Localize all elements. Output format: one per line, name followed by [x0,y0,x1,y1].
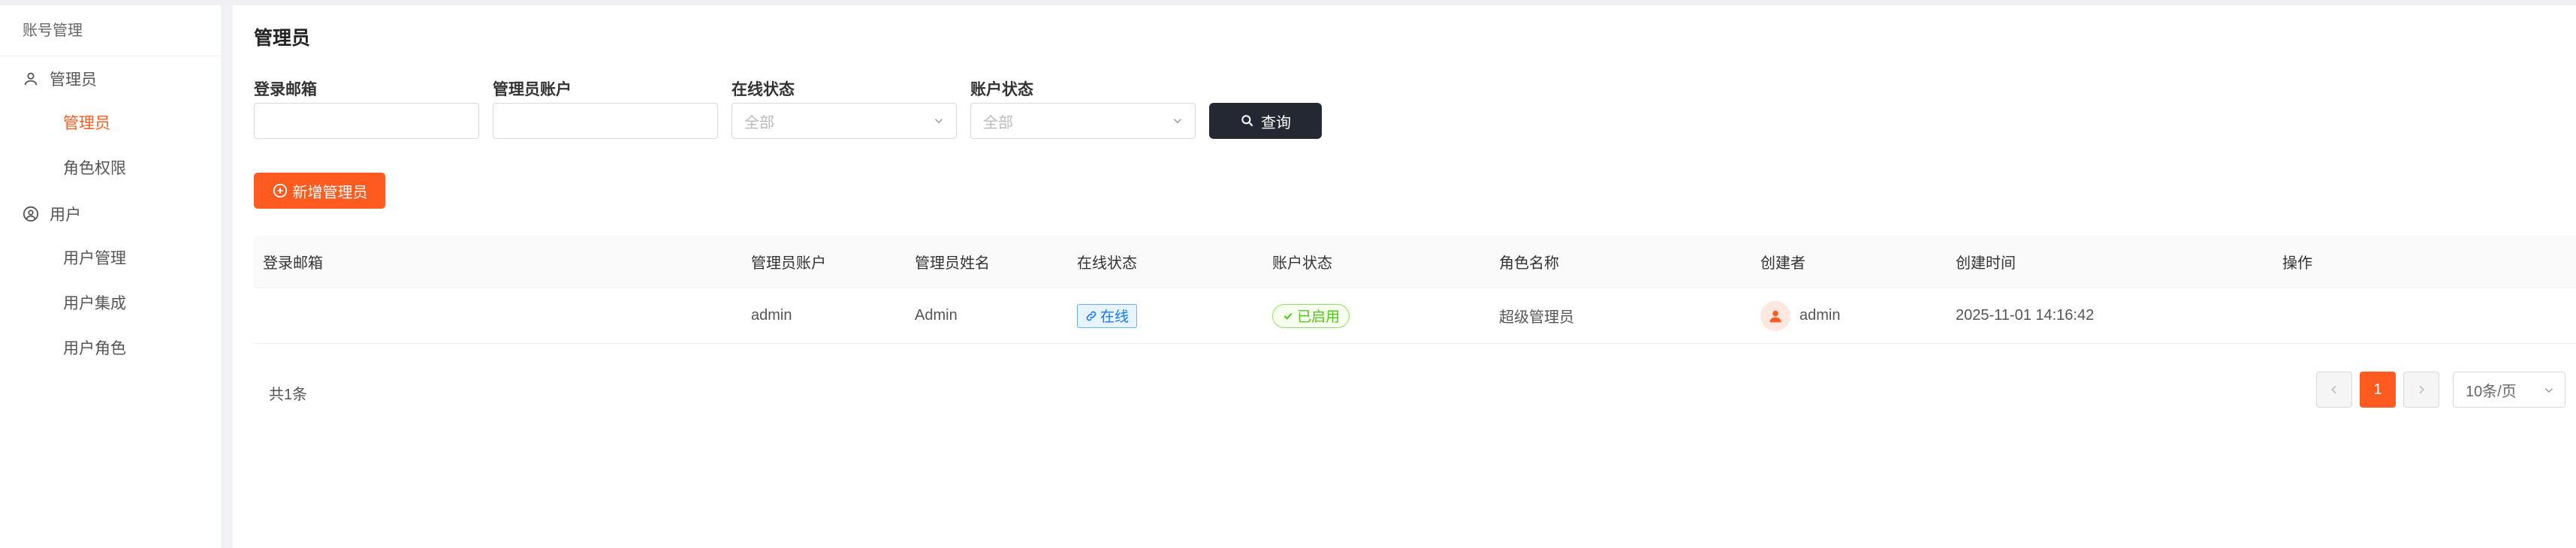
online-status-select[interactable]: 全部 [731,103,957,139]
chevron-down-icon [1173,119,1182,124]
menu-group-admin[interactable]: 管理员 [0,56,221,101]
cell-account: admin [751,307,792,324]
online-status-placeholder: 全部 [744,114,774,131]
plus-circle-icon [273,183,287,198]
online-status-text: 在线 [1100,309,1130,325]
add-admin-button[interactable]: 新增管理员 [254,173,385,209]
search-button[interactable]: 查询 [1209,103,1322,139]
add-admin-label: 新增管理员 [292,184,368,201]
menu-group-users[interactable]: 用户 [0,191,221,236]
account-filter-label: 管理员账户 [493,81,572,98]
cell-online: 在线 [1068,303,1263,328]
avatar [1760,300,1790,331]
cell-creator: admin [1751,300,1947,331]
online-filter-label: 在线状态 [731,81,795,98]
cell-status: 已启用 [1263,303,1490,328]
total-count: 共1条 [269,387,308,403]
email-filter-label: 登录邮箱 [254,81,317,98]
chevron-down-icon [934,119,943,124]
chevron-left-icon [2331,385,2336,394]
admin-table: 登录邮箱 管理员账户 管理员姓名 在线状态 账户状态 角色名称 创建者 创建时间… [254,236,2576,344]
account-status-placeholder: 全部 [983,114,1013,131]
cell-created: 2025-11-01 14:16:42 [1956,307,2095,324]
column-header: 角色名称 [1499,255,1559,272]
chevron-down-icon [2544,388,2553,393]
status-filter-label: 账户状态 [970,81,1033,98]
column-header: 账户状态 [1272,255,1332,272]
column-header: 管理员账户 [751,255,826,272]
cell-role: 超级管理员 [1499,309,1574,326]
top-strip [0,0,2576,5]
account-status-select[interactable]: 全部 [970,103,1196,139]
sidebar-title: 账号管理 [0,5,221,56]
user-circle-icon [23,206,39,222]
account-field[interactable] [493,103,718,139]
menu-group-label: 管理员 [50,71,97,89]
account-status-badge: 已启用 [1272,303,1350,328]
pagination: 1 10条/页 [2309,372,2565,408]
online-status-badge: 在线 [1077,303,1138,328]
page-size-select[interactable]: 10条/页 [2453,372,2565,408]
sidebar: 账号管理 管理员 管理员 角色权限 用户 用户管理 用户集成 用户角色 [0,5,221,548]
prev-page-button[interactable] [2316,372,2352,408]
column-header: 登录邮箱 [263,255,323,272]
table-header: 登录邮箱 管理员账户 管理员姓名 在线状态 账户状态 角色名称 创建者 创建时间… [254,236,2576,288]
sidebar-item-admin[interactable]: 管理员 [0,101,221,146]
column-header: 在线状态 [1077,255,1137,272]
sidebar-item-user-roles[interactable]: 用户角色 [0,327,221,372]
cell-name: Admin [915,307,958,324]
column-header: 创建时间 [1956,255,2016,272]
user-icon [24,72,38,86]
check-icon [1283,312,1293,320]
search-button-label: 查询 [1261,114,1291,131]
link-icon [1086,311,1096,321]
table-row[interactable]: admin Admin 在线 已启用 超级管理员 admin 2025-11-0… [254,288,2576,344]
search-icon [1241,115,1253,127]
account-status-text: 已启用 [1297,309,1341,325]
page-button-current[interactable]: 1 [2360,372,2396,408]
table-footer: 共1条 1 10条/页 [254,369,2576,414]
user-avatar-icon [1769,310,1781,322]
next-page-button[interactable] [2403,372,2439,408]
chevron-right-icon [2419,385,2424,394]
creator-name: admin [1799,307,1841,324]
sidebar-item-user-integration[interactable]: 用户集成 [0,282,221,327]
column-header: 创建者 [1760,255,1805,272]
page-size-value: 10条/页 [2466,383,2517,400]
menu-group-label: 用户 [50,206,81,224]
page-title: 管理员 [254,28,311,49]
email-field[interactable] [254,103,479,139]
filter-bar: 登录邮箱 管理员账户 在线状态 全部 账户状态 全部 查询 [254,77,1322,139]
column-header: 管理员姓名 [915,255,990,272]
sidebar-item-role-permissions[interactable]: 角色权限 [0,146,221,191]
sidebar-item-user-management[interactable]: 用户管理 [0,236,221,282]
column-header: 操作 [2282,255,2312,272]
main-content: 管理员 登录邮箱 管理员账户 在线状态 全部 账户状态 全部 查询 新增管理员 … [233,5,2576,548]
